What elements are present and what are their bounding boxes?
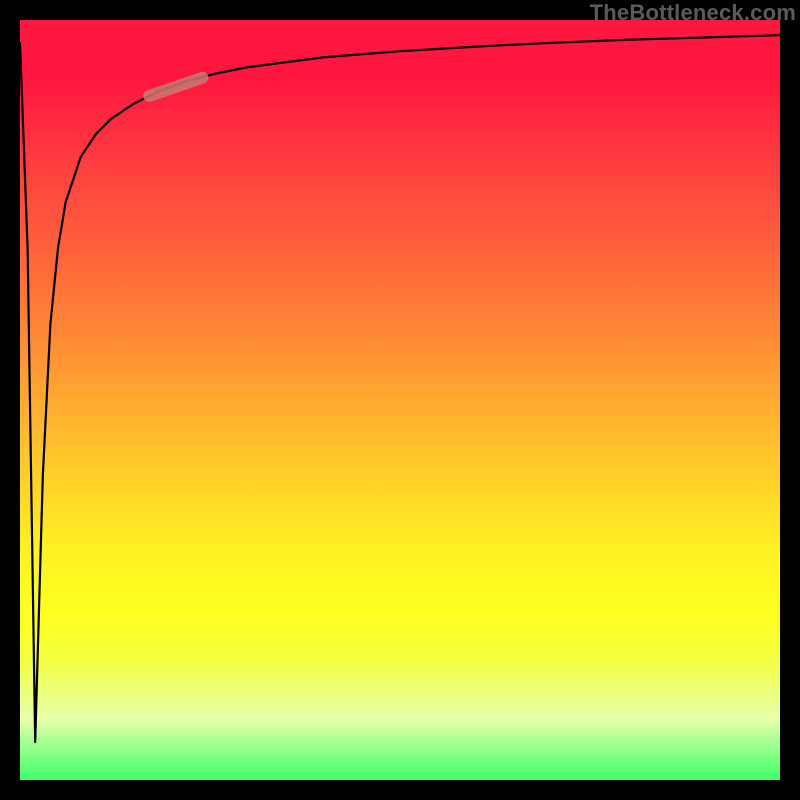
curve-layer bbox=[20, 20, 780, 780]
highlight-segment-path bbox=[149, 78, 202, 96]
bottleneck-curve-path bbox=[20, 35, 780, 742]
plot-area bbox=[20, 20, 780, 780]
chart-root: TheBottleneck.com bbox=[0, 0, 800, 800]
